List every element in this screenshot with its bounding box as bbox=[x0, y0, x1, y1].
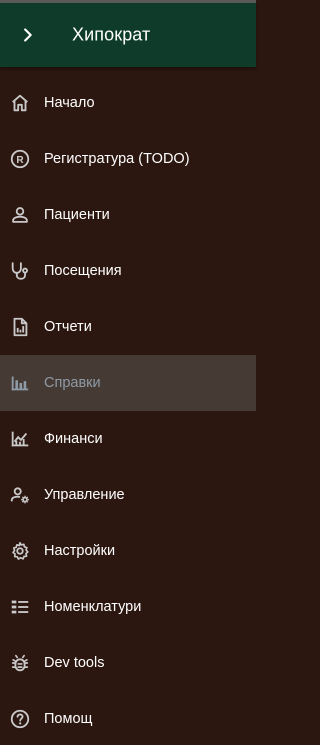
finance-chart-icon bbox=[9, 428, 31, 450]
chevron-right-icon[interactable] bbox=[18, 25, 38, 45]
sidebar-item-home[interactable]: Начало bbox=[0, 75, 256, 131]
sidebar-item-label: Номенклатури bbox=[44, 599, 142, 615]
sidebar-item-patients[interactable]: Пациенти bbox=[0, 187, 256, 243]
registered-icon: R bbox=[9, 148, 31, 170]
sidebar-item-help[interactable]: Помощ bbox=[0, 691, 256, 745]
sidebar-item-label: Регистратура (TODO) bbox=[44, 151, 190, 167]
sidebar-item-label: Отчети bbox=[44, 319, 92, 335]
sidebar-item-label: Помощ bbox=[44, 711, 93, 727]
app-header: Хипократ bbox=[0, 3, 256, 67]
app-title: Хипократ bbox=[72, 24, 151, 45]
person-icon bbox=[9, 204, 31, 226]
sidebar-item-label: Справки bbox=[44, 375, 101, 391]
sidebar-item-label: Dev tools bbox=[44, 655, 105, 671]
home-icon bbox=[9, 92, 31, 114]
sidebar-item-management[interactable]: Управление bbox=[0, 467, 256, 523]
sidebar-nav: Начало R Регистратура (TODO) Пациенти По… bbox=[0, 75, 256, 745]
help-icon bbox=[9, 708, 31, 730]
sidebar-item-label: Настройки bbox=[44, 543, 116, 559]
sidebar-item-reports[interactable]: Отчети bbox=[0, 299, 256, 355]
sidebar-item-statements[interactable]: Справки bbox=[0, 355, 256, 411]
sidebar-item-nomenclatures[interactable]: Номенклатури bbox=[0, 579, 256, 635]
gear-icon bbox=[9, 540, 31, 562]
sidebar-item-finances[interactable]: Финанси bbox=[0, 411, 256, 467]
sidebar-item-label: Пациенти bbox=[44, 207, 110, 223]
sidebar-item-visits[interactable]: Посещения bbox=[0, 243, 256, 299]
sidebar-item-settings[interactable]: Настройки bbox=[0, 523, 256, 579]
bar-chart-icon bbox=[9, 372, 31, 394]
sidebar-item-registry[interactable]: R Регистратура (TODO) bbox=[0, 131, 256, 187]
bug-icon bbox=[9, 652, 31, 674]
manage-accounts-icon bbox=[9, 484, 31, 506]
svg-text:R: R bbox=[16, 155, 24, 166]
sidebar-item-label: Начало bbox=[44, 95, 95, 111]
stethoscope-icon bbox=[9, 260, 31, 282]
report-icon bbox=[9, 316, 31, 338]
sidebar-item-label: Финанси bbox=[44, 431, 103, 447]
list-icon bbox=[9, 596, 31, 618]
sidebar-item-label: Посещения bbox=[44, 263, 122, 279]
sidebar-item-label: Управление bbox=[44, 487, 125, 503]
sidebar-item-dev-tools[interactable]: Dev tools bbox=[0, 635, 256, 691]
